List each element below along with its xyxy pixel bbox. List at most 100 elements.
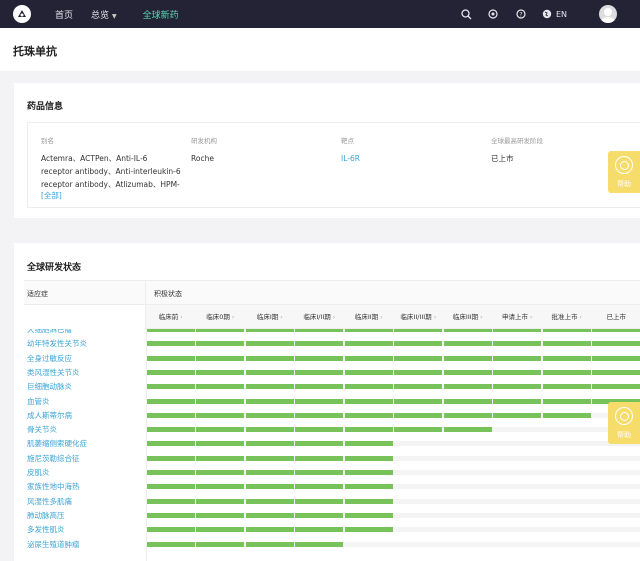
indication-link[interactable]: 血管炎 (27, 396, 50, 407)
indication-link[interactable]: 成人斯蒂尔病 (27, 410, 72, 421)
chevron-right-icon: › (231, 314, 235, 321)
phase-header-label: 批准上市 (551, 313, 578, 321)
language-label: EN (555, 9, 567, 19)
help-button[interactable]: 帮助 (608, 151, 640, 193)
progress-segment (146, 398, 195, 404)
progress-segment (344, 355, 393, 361)
progress-segment (146, 541, 195, 547)
nav-right-tools: ? EN (461, 0, 640, 28)
progress-segment (245, 455, 294, 461)
chevron-right-icon: › (433, 314, 437, 321)
notification-icon[interactable] (487, 8, 499, 20)
progress-segment (245, 355, 294, 361)
phase-header-label: 已上市 (606, 313, 627, 321)
table-row: 血管炎 (24, 394, 640, 408)
indication-link[interactable]: 泌尿生殖道肿瘤 (27, 539, 80, 550)
progress-segment (146, 412, 195, 418)
progress-segment (196, 369, 244, 375)
progress-segment (394, 355, 442, 361)
progress-track (146, 398, 640, 404)
indication-link[interactable]: 类风湿性关节炎 (27, 367, 80, 378)
indication-link[interactable]: 全身过敏反应 (27, 353, 72, 364)
progress-segment (196, 455, 244, 461)
indication-link[interactable]: 施尼茨勒综合征 (27, 453, 80, 464)
indication-link[interactable]: 多发性肌炎 (27, 524, 65, 535)
progress-segment (443, 341, 492, 347)
language-switch[interactable]: EN (541, 8, 567, 20)
drug-info-box: 别名 Actemra、ACTPen、Anti-IL-6 receptor ant… (27, 122, 640, 208)
chevron-right-icon: › (332, 314, 336, 321)
table-row: 大细胞淋巴瘤 (24, 329, 640, 336)
phase-header-label: 临床前 (158, 313, 179, 321)
progress-segment (344, 441, 393, 447)
alias-value: Actemra、ACTPen、Anti-IL-6 receptor antibo… (41, 152, 181, 191)
indication-link[interactable]: 风湿性多肌痛 (27, 496, 72, 507)
table-row: 全身过敏反应 (24, 351, 640, 365)
drug-info-card: 药品信息 别名 Actemra、ACTPen、Anti-IL-6 recepto… (14, 83, 640, 218)
progress-segment (394, 427, 442, 433)
progress-segment (196, 412, 244, 418)
phase-header-cell: 批准上市 › (542, 305, 592, 329)
phase-header-label: 临床I/II期 (303, 313, 331, 321)
progress-track (146, 369, 640, 375)
progress-segment (542, 369, 591, 375)
progress-segment (146, 384, 195, 390)
phase-header-cell: 临床0期 › (196, 305, 246, 329)
nav-overview-label: 总览 (91, 10, 110, 21)
alias-line: Actemra、ACTPen、Anti-IL-6 (41, 154, 148, 163)
progress-segment (542, 412, 591, 418)
progress-segment (295, 484, 343, 490)
help-circle-icon[interactable]: ? (515, 8, 527, 20)
progress-segment (493, 329, 541, 332)
progress-segment (344, 498, 393, 504)
progress-track (146, 441, 640, 447)
phase-header-label: 临床II/III期 (400, 313, 432, 321)
nav-overview[interactable]: 总览 ▼ (91, 8, 117, 21)
progress-segment (245, 369, 294, 375)
progress-segment (295, 470, 343, 475)
progress-segment (146, 498, 195, 504)
indication-link[interactable]: 巨细胞动脉炎 (27, 381, 72, 392)
alias-show-all-link[interactable]: [全部] (41, 190, 62, 201)
indication-rows: 大细胞淋巴瘤幼年特发性关节炎 全身过敏反应 类风湿性关节炎 巨细胞动脉炎 血管炎成人斯蒂… (24, 329, 640, 561)
chevron-right-icon: › (579, 314, 582, 321)
logo-icon[interactable] (13, 5, 31, 23)
progress-segment (146, 527, 195, 533)
table-row: 肌萎缩侧索硬化症 (24, 436, 640, 450)
progress-segment (196, 527, 244, 533)
target-link[interactable]: IL-6R (341, 152, 360, 165)
alias-label: 别名 (41, 137, 54, 145)
indication-link[interactable]: 皮肌炎 (27, 467, 50, 478)
nav-global-new-drugs[interactable]: 全球新药 (143, 8, 179, 21)
progress-segment (443, 369, 492, 375)
table-row: 施尼茨勒综合征 (24, 451, 640, 465)
highest-phase-value: 已上市 (491, 154, 514, 163)
indication-link[interactable]: 家族性地中海热 (27, 481, 80, 492)
help-button-secondary[interactable]: 帮助 (608, 402, 640, 444)
progress-segment (295, 329, 343, 332)
search-icon[interactable] (461, 8, 473, 20)
indication-link[interactable]: 肺动脉高压 (27, 510, 65, 521)
nav-home[interactable]: 首页 (55, 8, 73, 21)
progress-segment (196, 341, 244, 347)
avatar[interactable] (599, 5, 617, 23)
chevron-right-icon: › (530, 314, 533, 321)
progress-segment (295, 498, 343, 504)
progress-segment (295, 355, 343, 361)
indication-link[interactable]: 骨关节炎 (27, 424, 57, 435)
chevron-down-icon: ▼ (112, 12, 117, 20)
progress-segment (196, 512, 244, 518)
alias-line: receptor antibody、Anti-interleukin-6 (41, 167, 181, 176)
phase-header-label: 临床II期 (354, 313, 379, 321)
progress-segment (344, 384, 393, 390)
progress-segment (295, 384, 343, 390)
highest-phase-label: 全球最高研发阶段 (491, 137, 543, 145)
progress-segment (295, 369, 343, 375)
progress-segment (196, 384, 244, 390)
indication-link[interactable]: 大细胞淋巴瘤 (27, 329, 72, 335)
progress-segment (394, 341, 442, 347)
progress-segment (542, 341, 591, 347)
indication-link[interactable]: 肌萎缩侧索硬化症 (27, 438, 87, 449)
progress-track (146, 412, 640, 418)
indication-link[interactable]: 幼年特发性关节炎 (27, 338, 87, 349)
